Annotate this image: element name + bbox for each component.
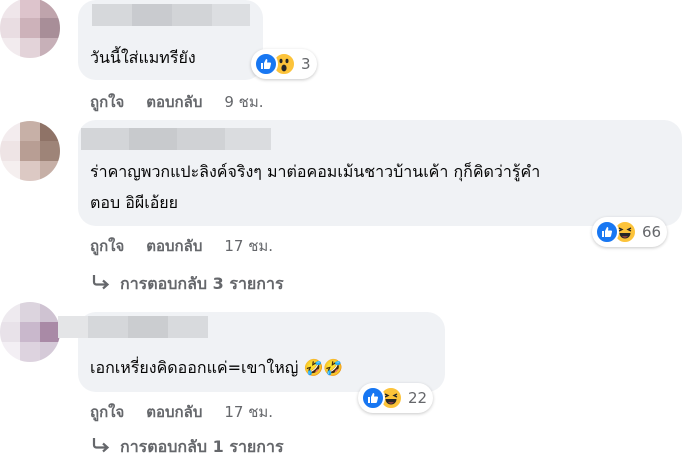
thumbs-up-icon xyxy=(254,52,278,76)
comment-actions: ถูกใจ ตอบกลับ 17 ชม. xyxy=(90,234,273,258)
view-replies-label[interactable]: การตอบกลับ 3 รายการ xyxy=(120,272,284,297)
avatar[interactable] xyxy=(0,121,60,181)
view-replies-label[interactable]: การตอบกลับ 1 รายการ xyxy=(120,435,284,457)
avatar[interactable] xyxy=(0,0,60,58)
avatar[interactable] xyxy=(0,302,60,362)
view-replies-link[interactable]: การตอบกลับ 3 รายการ xyxy=(92,272,284,297)
commenter-name-blurred[interactable] xyxy=(58,316,208,338)
reaction-count: 3 xyxy=(301,55,311,73)
laughing-emoji: 🤣🤣 xyxy=(303,358,344,377)
commenter-name-blurred[interactable] xyxy=(92,4,250,26)
like-button[interactable]: ถูกใจ xyxy=(90,234,124,258)
comment-actions: ถูกใจ ตอบกลับ 17 ชม. xyxy=(90,400,273,424)
reaction-summary[interactable]: 3 xyxy=(251,49,317,79)
view-replies-link[interactable]: การตอบกลับ 1 รายการ xyxy=(92,435,284,457)
reaction-summary[interactable]: 22 xyxy=(358,383,434,413)
reply-button[interactable]: ตอบกลับ xyxy=(146,234,202,258)
comment-text: เอกเหรี่ยงคิดออกแค่=เขาใหญ่ 🤣🤣 xyxy=(90,358,344,377)
reply-arrow-icon xyxy=(92,437,110,457)
like-button[interactable]: ถูกใจ xyxy=(90,90,124,114)
comment-text-line: ร่าคาญพวกแปะลิงค์จริงๆ มาต่อคอมเม้นชาวบ้… xyxy=(90,162,541,181)
reply-button[interactable]: ตอบกลับ xyxy=(146,90,202,114)
comment-text: วันนี้ใส่แมทรียัง xyxy=(90,48,196,67)
thumbs-up-icon xyxy=(361,386,385,410)
comment-actions: ถูกใจ ตอบกลับ 9 ชม. xyxy=(90,90,264,114)
commenter-name-blurred[interactable] xyxy=(81,128,271,150)
comment-text-line: ตอบ อิผีเอ้ยย xyxy=(90,193,179,212)
timestamp[interactable]: 17 ชม. xyxy=(224,400,273,424)
reaction-summary[interactable]: 66 xyxy=(592,217,668,247)
thumbs-up-icon xyxy=(595,220,619,244)
reaction-count: 22 xyxy=(408,389,428,407)
reply-arrow-icon xyxy=(92,274,110,295)
timestamp[interactable]: 17 ชม. xyxy=(224,234,273,258)
timestamp[interactable]: 9 ชม. xyxy=(224,90,263,114)
reaction-count: 66 xyxy=(642,223,662,241)
reply-button[interactable]: ตอบกลับ xyxy=(146,400,202,424)
like-button[interactable]: ถูกใจ xyxy=(90,400,124,424)
